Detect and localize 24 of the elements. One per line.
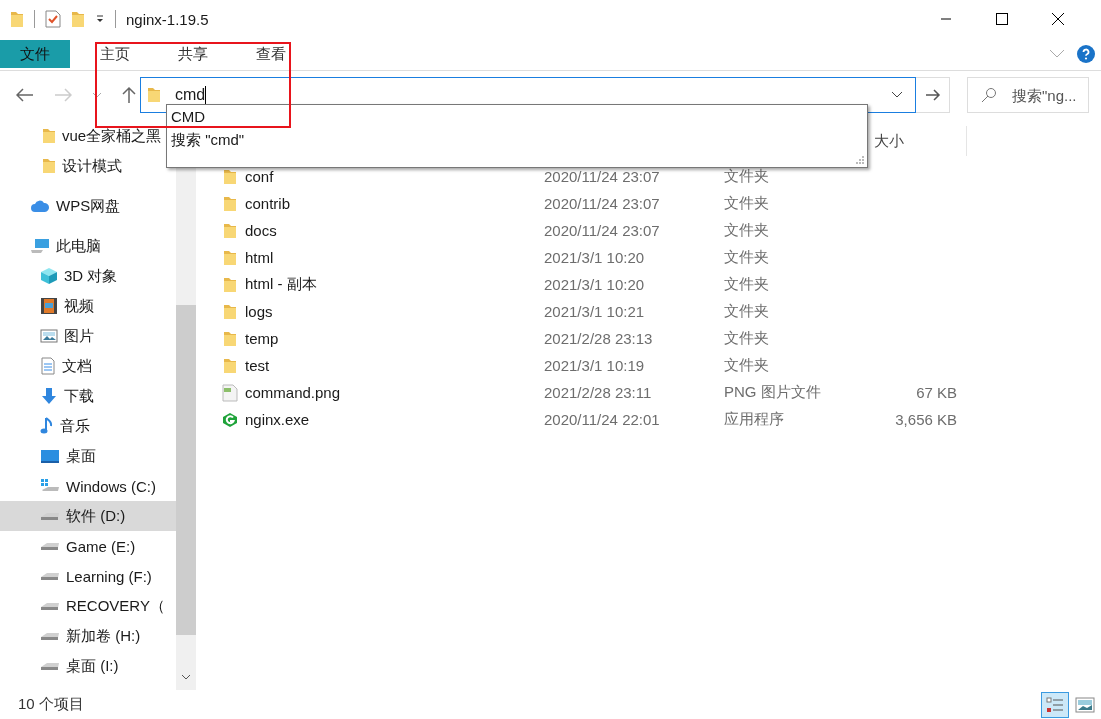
modified-date: 2021/3/1 10:21 bbox=[544, 303, 646, 320]
file-type: 文件夹 bbox=[724, 275, 770, 294]
modified-date: 2021/3/1 10:20 bbox=[544, 276, 646, 293]
item-count: 10 个项目 bbox=[18, 695, 84, 714]
file-type: 文件夹 bbox=[724, 329, 770, 348]
file-type: 文件夹 bbox=[724, 248, 770, 267]
file-size: 67 KB bbox=[915, 384, 957, 401]
modified-date: 2020/11/24 22:01 bbox=[544, 411, 661, 428]
modified-date: 2021/2/28 23:11 bbox=[544, 384, 653, 401]
file-type: PNG 图片文件 bbox=[724, 383, 822, 402]
file-type: 文件夹 bbox=[724, 194, 770, 213]
file-type: 文件夹 bbox=[724, 356, 770, 375]
file-type: 文件夹 bbox=[724, 221, 770, 240]
file-type: 文件夹 bbox=[724, 167, 770, 186]
modified-date: 2020/11/24 23:07 bbox=[544, 168, 661, 185]
modified-date: 2020/11/24 23:07 bbox=[544, 195, 661, 212]
file-type: 文件夹 bbox=[724, 302, 770, 321]
file-size: 3,656 KB bbox=[894, 411, 957, 428]
window-title: nginx-1.19.5 bbox=[126, 10, 209, 28]
file-type: 应用程序 bbox=[724, 410, 785, 429]
modified-date: 2020/11/24 23:07 bbox=[544, 222, 661, 239]
modified-date: 2021/3/1 10:20 bbox=[544, 249, 646, 266]
modified-date: 2021/3/1 10:19 bbox=[544, 357, 646, 374]
modified-date: 2021/2/28 23:13 bbox=[544, 330, 654, 347]
